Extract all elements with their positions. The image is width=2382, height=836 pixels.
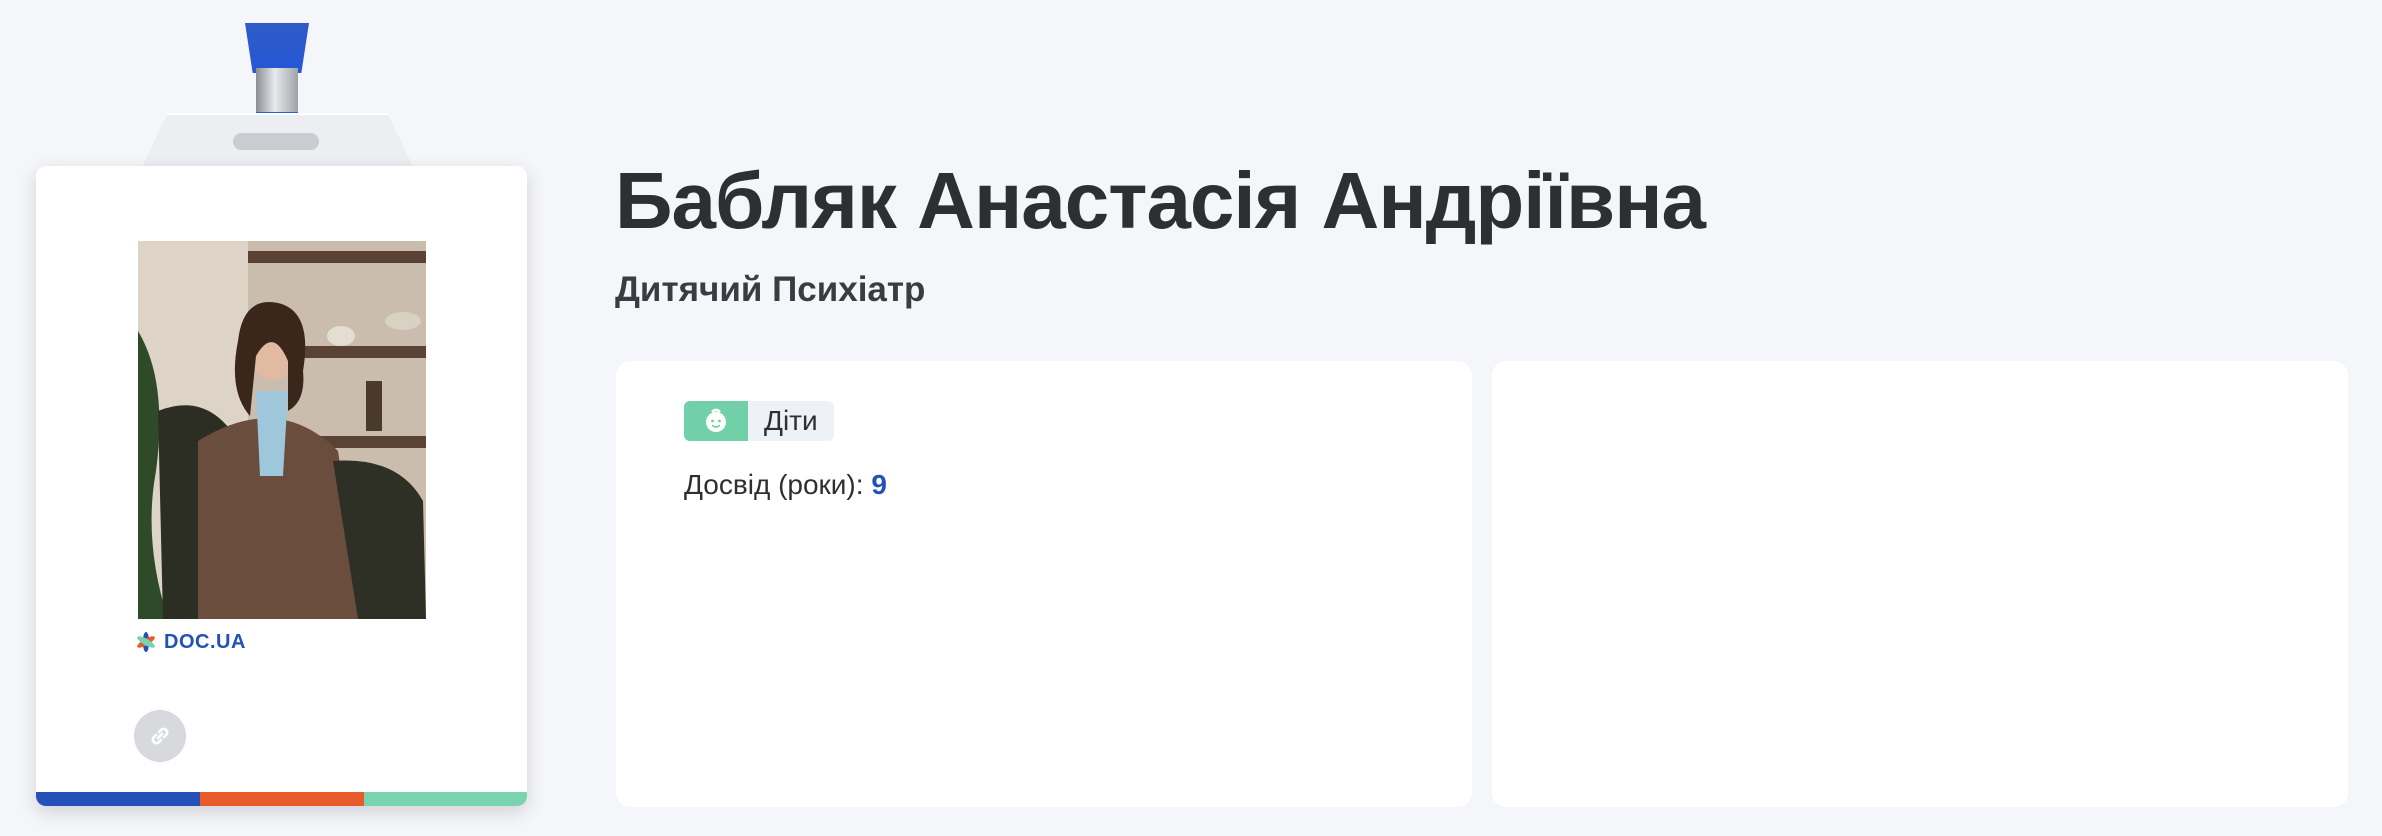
experience-value: 9: [871, 469, 887, 500]
doctor-name: Бабляк Анастасія Андріївна: [615, 156, 1706, 245]
lanyard-strap: [245, 23, 309, 73]
doctor-photo-image: [138, 241, 426, 619]
copy-link-button[interactable]: [134, 710, 186, 762]
doctor-specialty: Дитячий Психіатр: [615, 270, 926, 309]
doc-ua-logo-icon: [137, 632, 155, 652]
doctor-photo: [138, 241, 426, 619]
experience-label: Досвід (роки):: [684, 469, 864, 500]
patient-age-tag: Діти: [684, 401, 834, 441]
badge-holder-slot: [233, 133, 319, 150]
child-face-icon: [684, 401, 748, 441]
doctor-info-panel: Діти Досвід (роки): 9: [616, 361, 1472, 807]
badge-stripe-green: [364, 792, 527, 806]
experience-row: Досвід (роки): 9: [684, 469, 887, 501]
doc-ua-logo: DOC.UA: [134, 630, 246, 654]
doctor-badge-card: DOC.UA: [36, 166, 527, 806]
patient-age-tag-label: Діти: [764, 405, 818, 436]
badge-stripe-orange: [200, 792, 364, 806]
lanyard-clip: [256, 68, 298, 114]
link-icon: [151, 727, 169, 745]
doc-ua-logo-text: DOC.UA: [164, 630, 246, 653]
badge-stripe-blue: [36, 792, 200, 806]
schedule-panel: [1492, 361, 2348, 807]
